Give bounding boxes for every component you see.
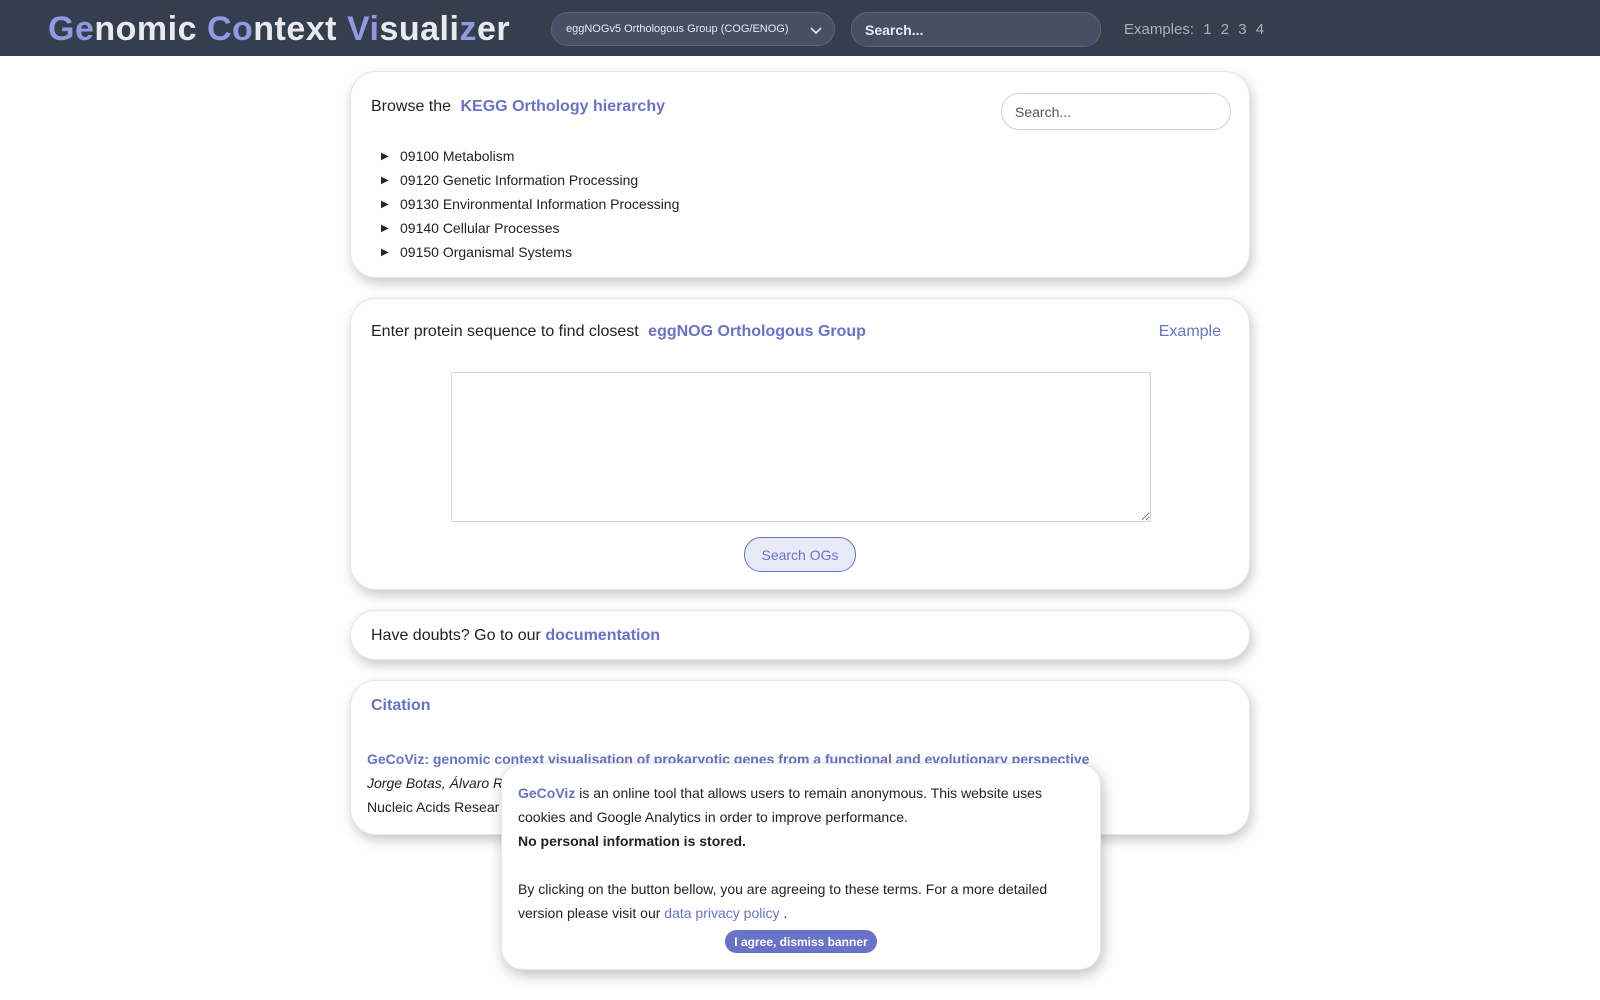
example-link-3[interactable]: 3 bbox=[1238, 21, 1246, 38]
kegg-tree-item[interactable]: ▶ 09150 Organismal Systems bbox=[381, 240, 679, 264]
caret-right-icon: ▶ bbox=[381, 174, 389, 186]
sequence-search-card: Enter protein sequence to find closest e… bbox=[350, 298, 1250, 590]
documentation-text: Have doubts? Go to our documentation bbox=[371, 627, 660, 645]
example-link-2[interactable]: 2 bbox=[1221, 21, 1229, 38]
kegg-tree: ▶ 09100 Metabolism ▶ 09120 Genetic Informa… bbox=[381, 144, 679, 264]
kegg-tree-item-label: 09130 Environmental Information Processi… bbox=[400, 196, 680, 212]
kegg-tree-item-label: 09100 Metabolism bbox=[400, 148, 515, 164]
navbar: Genomic Context Visualizer eggNOGv5 Orth… bbox=[0, 0, 1600, 56]
nav-search-input[interactable] bbox=[851, 12, 1101, 47]
caret-right-icon: ▶ bbox=[381, 222, 389, 234]
citation-journal: Nucleic Acids Resear bbox=[367, 799, 500, 815]
citation-authors: Jorge Botas, Álvaro R bbox=[367, 775, 504, 791]
example-sequence-link[interactable]: Example bbox=[1159, 323, 1221, 341]
banner-no-personal-info: No personal information is stored. bbox=[518, 833, 746, 849]
kegg-tree-item[interactable]: ▶ 09130 Environmental Information Process… bbox=[381, 192, 679, 216]
privacy-policy-link[interactable]: data privacy policy bbox=[664, 905, 779, 921]
sequence-title-prefix: Enter protein sequence to find closest bbox=[371, 323, 639, 340]
logo-segment: Ge bbox=[48, 10, 95, 48]
kegg-tree-item[interactable]: ▶ 09140 Cellular Processes bbox=[381, 216, 679, 240]
banner-period: . bbox=[783, 905, 788, 921]
kegg-tree-item-label: 09140 Cellular Processes bbox=[400, 220, 560, 236]
logo-segment: ntext bbox=[253, 10, 347, 48]
search-ogs-button[interactable]: Search OGs bbox=[744, 537, 856, 572]
documentation-card: Have doubts? Go to our documentation bbox=[350, 610, 1250, 660]
banner-terms: By clicking on the button bellow, you ar… bbox=[518, 877, 1084, 925]
logo-segment: Vi bbox=[346, 10, 380, 48]
caret-right-icon: ▶ bbox=[381, 246, 389, 258]
cookie-banner: GeCoViz is an online tool that allows us… bbox=[501, 763, 1101, 970]
kegg-hierarchy-link[interactable]: KEGG Orthology hierarchy bbox=[461, 98, 665, 115]
kegg-title-prefix: Browse the bbox=[371, 98, 452, 115]
database-select-value: eggNOGv5 Orthologous Group (COG/ENOG) bbox=[566, 23, 789, 35]
app-logo[interactable]: Genomic Context Visualizer bbox=[48, 10, 510, 49]
logo-segment: er bbox=[476, 10, 511, 48]
dismiss-banner-button[interactable]: I agree, dismiss banner bbox=[725, 930, 877, 953]
kegg-browse-card: Browse the KEGG Orthology hierarchy ▶ 091… bbox=[350, 71, 1250, 278]
example-link-4[interactable]: 4 bbox=[1256, 21, 1264, 38]
caret-right-icon: ▶ bbox=[381, 150, 389, 162]
examples-bar: Examples: 1 2 3 4 bbox=[1124, 21, 1264, 38]
logo-segment: Co bbox=[206, 10, 254, 48]
documentation-prefix: Have doubts? Go to our bbox=[371, 627, 541, 644]
kegg-tree-item[interactable]: ▶ 09120 Genetic Information Processing bbox=[381, 168, 679, 192]
logo-segment: nomic bbox=[94, 10, 207, 48]
citation-heading: Citation bbox=[371, 697, 431, 714]
caret-right-icon: ▶ bbox=[381, 198, 389, 210]
logo-segment: z bbox=[459, 10, 477, 48]
kegg-card-title: Browse the KEGG Orthology hierarchy bbox=[371, 98, 665, 116]
banner-brand: GeCoViz bbox=[518, 785, 576, 801]
chevron-down-icon bbox=[810, 27, 822, 35]
banner-line1: is an online tool that allows users to r… bbox=[518, 785, 1042, 825]
example-link-1[interactable]: 1 bbox=[1203, 21, 1211, 38]
kegg-tree-item[interactable]: ▶ 09100 Metabolism bbox=[381, 144, 679, 168]
kegg-tree-item-label: 09120 Genetic Information Processing bbox=[400, 172, 639, 188]
database-select[interactable]: eggNOGv5 Orthologous Group (COG/ENOG) bbox=[551, 12, 835, 46]
documentation-link[interactable]: documentation bbox=[545, 627, 660, 644]
kegg-tree-item-label: 09150 Organismal Systems bbox=[400, 244, 572, 260]
banner-intro: GeCoViz is an online tool that allows us… bbox=[518, 781, 1084, 829]
eggnog-og-link[interactable]: eggNOG Orthologous Group bbox=[648, 323, 866, 340]
sequence-card-title: Enter protein sequence to find closest e… bbox=[371, 323, 866, 341]
examples-label: Examples: bbox=[1124, 21, 1195, 38]
kegg-search-input[interactable] bbox=[1001, 93, 1231, 130]
protein-sequence-input[interactable] bbox=[451, 372, 1151, 522]
logo-segment: suali bbox=[379, 10, 460, 48]
